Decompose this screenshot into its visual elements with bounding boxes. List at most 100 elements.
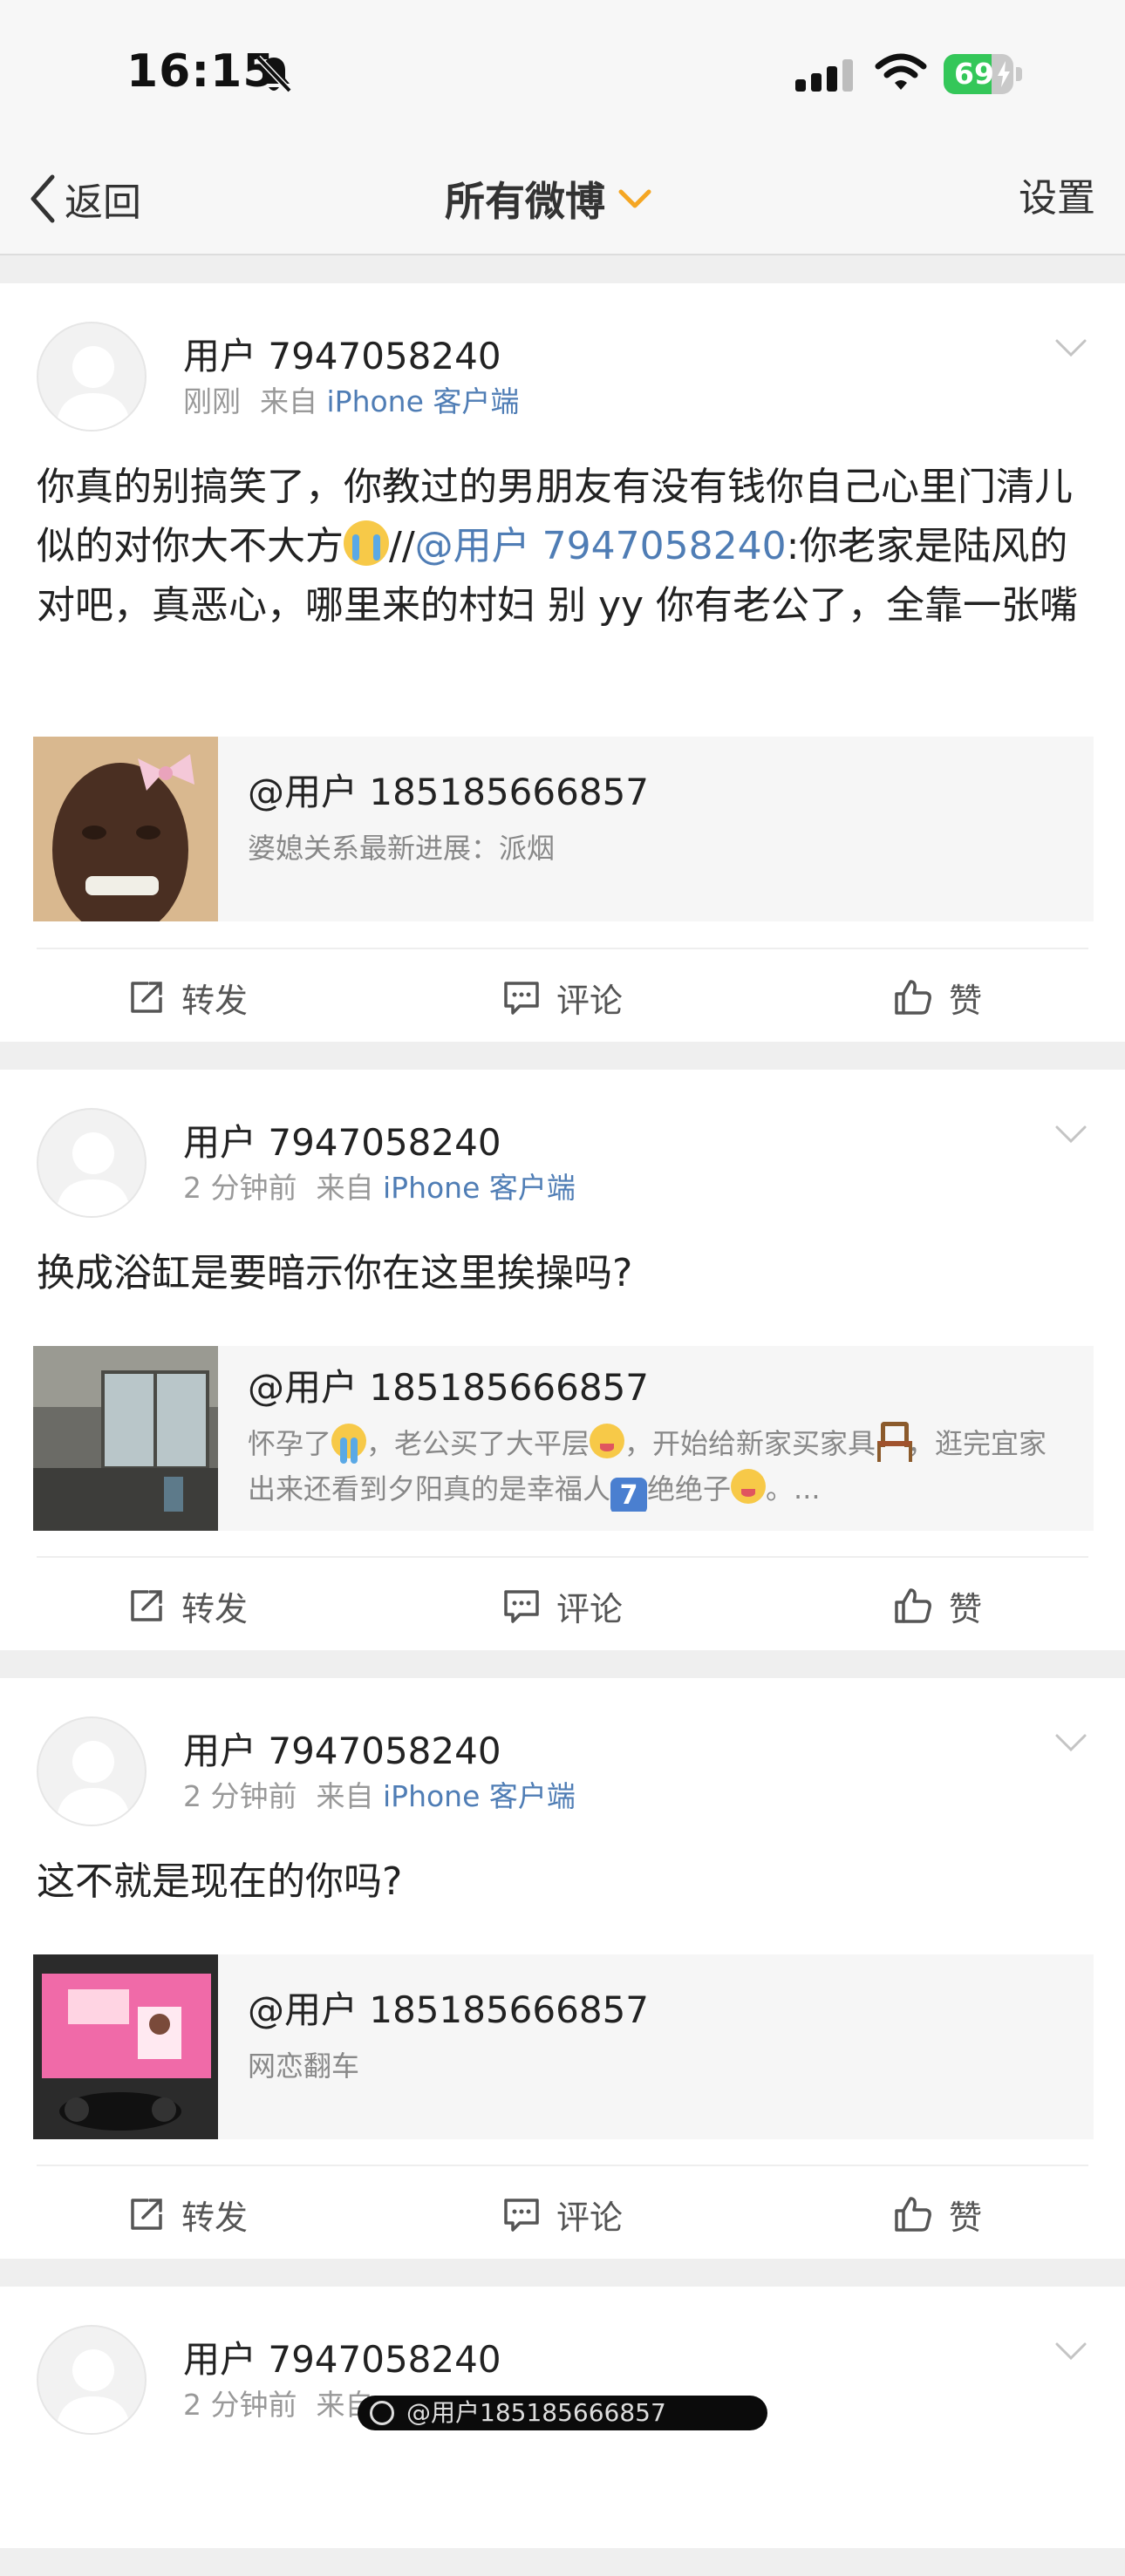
repost-button[interactable]: 转发: [0, 1558, 375, 1654]
quoted-text: 怀孕了 ，老公买了大平层 ，开始给新家买家具 ，逛完宜家出来还看到夕阳真的是幸福人 7 绝…: [248, 1421, 1071, 1512]
like-button[interactable]: 赞: [750, 1558, 1125, 1654]
post-card[interactable]: 用户 7947058240 2 分钟前 来自 iPhone 客户端 这不就是现在的…: [0, 1678, 1125, 2259]
comment-label: 评论: [556, 2198, 623, 2237]
quoted-text-part: ，开始给新家买家具: [624, 1427, 876, 1460]
repost-button[interactable]: 转发: [0, 2166, 375, 2262]
chevron-down-icon: [618, 189, 651, 208]
default-avatar-icon: [56, 2349, 131, 2433]
thumbs-up-icon: [895, 980, 931, 1015]
avatar[interactable]: [37, 1716, 147, 1826]
crying-face-emoji-icon: [344, 520, 389, 566]
nav-bar: 返回 所有微博 设置: [0, 144, 1125, 255]
post-meta: 刚刚 来自 iPhone 客户端: [183, 384, 519, 419]
post-source[interactable]: iPhone 客户端: [383, 1171, 576, 1205]
quoted-post-thumbnail: [33, 737, 218, 921]
settings-button[interactable]: 设置: [1019, 168, 1095, 229]
chevron-down-icon: [1055, 339, 1087, 357]
chevron-down-icon: [1055, 1125, 1087, 1144]
watermark-text: @用户185185666857: [406, 2398, 666, 2427]
post-time: 刚刚: [183, 384, 241, 418]
post-text-part: //: [389, 524, 415, 568]
post-card[interactable]: 用户 7947058240 刚刚 来自 iPhone 客户端 你真的别搞笑了，你教…: [0, 283, 1125, 1042]
post-header: 用户 7947058240 刚刚 来自 iPhone 客户端: [183, 334, 519, 419]
post-time: 2 分钟前: [183, 2388, 297, 2422]
back-button[interactable]: 返回: [28, 168, 141, 229]
username[interactable]: 用户 7947058240: [183, 334, 519, 379]
post-time: 2 分钟前: [183, 1779, 297, 1813]
post-header: 用户 7947058240 2 分钟前 来自 iPhone 客户端: [183, 1120, 576, 1206]
comment-button[interactable]: 评论: [375, 949, 750, 1045]
comment-label: 评论: [556, 981, 623, 1020]
like-button[interactable]: 赞: [750, 949, 1125, 1045]
chevron-down-icon: [1055, 1734, 1087, 1752]
repost-icon: [131, 1590, 162, 1621]
like-button[interactable]: 赞: [750, 2166, 1125, 2262]
username[interactable]: 用户 7947058240: [183, 1120, 576, 1166]
quoted-post-body: @用户 185185666857 婆媳关系最新进展：派烟: [218, 737, 1094, 921]
quoted-text: 婆媳关系最新进展：派烟: [248, 832, 556, 865]
repost-label: 转发: [181, 1589, 248, 1628]
like-label: 赞: [948, 1589, 982, 1628]
feed: 用户 7947058240 刚刚 来自 iPhone 客户端 你真的别搞笑了，你教…: [0, 283, 1125, 2576]
quoted-post[interactable]: @用户 185185666857 怀孕了 ，老公买了大平层 ，开始给新家买家具 ，逛完…: [33, 1346, 1094, 1531]
default-avatar-icon: [56, 1741, 131, 1825]
chair-emoji-icon: [876, 1422, 913, 1462]
post-source[interactable]: iPhone 客户端: [327, 384, 520, 418]
repost-label: 转发: [181, 2198, 248, 2237]
cellular-signal-icon: [795, 58, 856, 97]
watermark: @用户185185666857: [358, 2396, 767, 2430]
quoted-post-body: @用户 185185666857 怀孕了 ，老公买了大平层 ，开始给新家买家具 ，逛完…: [218, 1346, 1094, 1531]
post-meta: 2 分钟前 来自 iPhone 客户端: [183, 1779, 576, 1814]
post-time: 2 分钟前: [183, 1171, 297, 1205]
yum-face-emoji-icon: [731, 1469, 767, 1504]
feed-filter-dropdown[interactable]: 所有微博: [445, 168, 652, 229]
quoted-text: 网恋翻车: [248, 2049, 360, 2083]
post-source[interactable]: iPhone 客户端: [383, 1779, 576, 1813]
quoted-post-thumbnail: [33, 1954, 218, 2139]
post-card[interactable]: 用户 7947058240 2 分钟前 来自 iPhone 客户端 换成浴缸是要暗…: [0, 1070, 1125, 1650]
comment-label: 评论: [556, 1589, 623, 1628]
back-label: 返回: [65, 180, 141, 225]
page-title: 所有微博: [445, 178, 605, 225]
battery-cap: [1016, 67, 1022, 81]
more-options-button[interactable]: [1053, 2341, 1088, 2365]
more-options-button[interactable]: [1053, 337, 1088, 362]
quoted-text-part: ，老公买了大平层: [366, 1427, 590, 1460]
avatar[interactable]: [37, 1108, 147, 1218]
username[interactable]: 用户 7947058240: [183, 2337, 501, 2382]
post-meta: 2 分钟前 来自 iPhone 客户端: [183, 1171, 576, 1206]
keycap-seven-emoji-icon: 7: [610, 1478, 648, 1512]
avatar[interactable]: [37, 322, 147, 432]
like-label: 赞: [948, 981, 982, 1020]
chevron-down-icon: [1055, 2342, 1087, 2361]
avatar[interactable]: [37, 2325, 147, 2435]
crying-face-emoji-icon: [331, 1424, 367, 1464]
comment-icon: [504, 1590, 539, 1623]
more-options-button[interactable]: [1053, 1732, 1088, 1757]
status-bar: 16:15 69: [0, 0, 1125, 144]
quoted-post-thumbnail: [33, 1346, 218, 1531]
weibo-logo-icon: [370, 2401, 394, 2425]
source-prefix: 来自: [316, 1171, 374, 1205]
quoted-post-body: @用户 185185666857 网恋翻车: [218, 1954, 1094, 2139]
quoted-text-part: 。...: [766, 1472, 821, 1505]
more-options-button[interactable]: [1053, 1124, 1088, 1148]
quoted-text-part: 绝绝子: [647, 1472, 732, 1505]
quoted-post[interactable]: @用户 185185666857 婆媳关系最新进展：派烟: [33, 737, 1094, 921]
comment-button[interactable]: 评论: [375, 2166, 750, 2262]
comment-button[interactable]: 评论: [375, 1558, 750, 1654]
battery-level: 69: [954, 57, 994, 91]
default-avatar-icon: [56, 346, 131, 430]
mention-link[interactable]: @用户 7947058240: [415, 524, 787, 568]
post-header: 用户 7947058240 2 分钟前 来自 iPhone 客户端: [183, 1729, 576, 1814]
post-text: 换成浴缸是要暗示你在这里挨操吗?: [37, 1251, 633, 1295]
comment-icon: [504, 2199, 539, 2232]
battery-indicator: 69: [944, 54, 1024, 94]
wifi-icon: [875, 52, 927, 96]
repost-button[interactable]: 转发: [0, 949, 375, 1045]
quoted-author: @用户 185185666857: [248, 1366, 650, 1409]
repost-icon: [131, 982, 162, 1013]
quoted-post[interactable]: @用户 185185666857 网恋翻车: [33, 1954, 1094, 2139]
username[interactable]: 用户 7947058240: [183, 1729, 576, 1774]
action-bar: 转发 评论 赞: [0, 949, 1125, 1045]
